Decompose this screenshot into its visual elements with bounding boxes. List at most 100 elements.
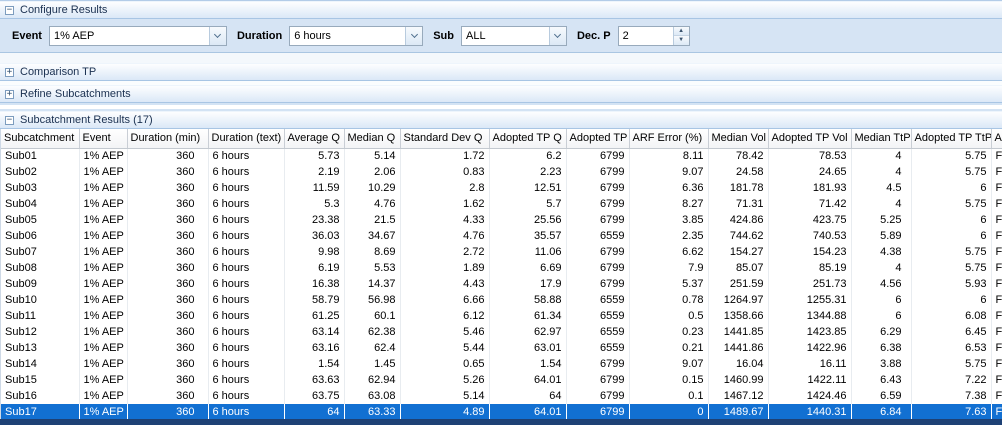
cell: Sub16: [1, 388, 79, 404]
cell: 6: [851, 308, 911, 324]
duration-select[interactable]: 6 hours: [289, 26, 423, 46]
column-header-average-q[interactable]: Average Q: [284, 129, 344, 148]
cell: 8.27: [629, 196, 708, 212]
collapse-icon[interactable]: −: [5, 6, 14, 15]
cell: 2.35: [629, 228, 708, 244]
collapse-icon[interactable]: −: [5, 116, 14, 125]
cell: 2.19: [284, 164, 344, 180]
expand-icon[interactable]: +: [5, 68, 14, 77]
column-header-adopted-tp-ttp[interactable]: Adopted TP TtP: [911, 129, 991, 148]
column-header-duration-min[interactable]: Duration (min): [127, 129, 208, 148]
cell: 63.75: [284, 388, 344, 404]
cell: F: [991, 292, 1002, 308]
cell: 2.06: [344, 164, 400, 180]
cell: 6799: [566, 212, 629, 228]
column-header-median-ttp[interactable]: Median TtP: [851, 129, 911, 148]
table-row[interactable]: Sub041% AEP3606 hours5.34.761.625.767998…: [1, 196, 1002, 212]
spin-up-icon[interactable]: ▲: [674, 27, 689, 36]
column-header-subcatchment[interactable]: Subcatchment: [1, 129, 79, 148]
cell: 35.57: [489, 228, 566, 244]
table-row[interactable]: Sub091% AEP3606 hours16.3814.374.4317.96…: [1, 276, 1002, 292]
cell: 360: [127, 164, 208, 180]
section-title-comparison-tp: Comparison TP: [20, 66, 96, 78]
section-header-refine-subcatchments[interactable]: + Refine Subcatchments: [0, 85, 1002, 103]
cell: 1264.97: [708, 292, 768, 308]
cell: 36.03: [284, 228, 344, 244]
column-header-adopted-tp[interactable]: Adopted TP: [566, 129, 629, 148]
table-row[interactable]: Sub141% AEP3606 hours1.541.450.651.54679…: [1, 356, 1002, 372]
table-row[interactable]: Sub021% AEP3606 hours2.192.060.832.23679…: [1, 164, 1002, 180]
cell: 58.88: [489, 292, 566, 308]
cell: 62.97: [489, 324, 566, 340]
table-row[interactable]: Sub051% AEP3606 hours23.3821.54.3325.566…: [1, 212, 1002, 228]
column-header-duration-text[interactable]: Duration (text): [208, 129, 284, 148]
column-header-event[interactable]: Event: [79, 129, 127, 148]
cell: 4.43: [400, 276, 489, 292]
cell: Sub12: [1, 324, 79, 340]
table-row[interactable]: Sub101% AEP3606 hours58.7956.986.6658.88…: [1, 292, 1002, 308]
cell: 6 hours: [208, 308, 284, 324]
event-dropdown-button[interactable]: [209, 27, 226, 45]
table-row[interactable]: Sub171% AEP3606 hours6463.334.8964.01679…: [1, 404, 1002, 419]
cell: 6 hours: [208, 292, 284, 308]
column-header-a[interactable]: A: [991, 129, 1002, 148]
table-row[interactable]: Sub011% AEP3606 hours5.735.141.726.26799…: [1, 148, 1002, 164]
duration-dropdown-button[interactable]: [405, 27, 422, 45]
section-header-configure-results[interactable]: − Configure Results: [0, 1, 1002, 19]
cell: 8.11: [629, 148, 708, 164]
expand-icon[interactable]: +: [5, 90, 14, 99]
table-row[interactable]: Sub031% AEP3606 hours11.5910.292.812.516…: [1, 180, 1002, 196]
column-header-standard-dev-q[interactable]: Standard Dev Q: [400, 129, 489, 148]
column-header-adopted-tp-vol[interactable]: Adopted TP Vol: [768, 129, 851, 148]
cell: Sub13: [1, 340, 79, 356]
table-row[interactable]: Sub151% AEP3606 hours63.6362.945.2664.01…: [1, 372, 1002, 388]
column-header-median-q[interactable]: Median Q: [344, 129, 400, 148]
event-select[interactable]: 1% AEP: [49, 26, 227, 46]
section-header-subcatchment-results[interactable]: − Subcatchment Results (17): [0, 111, 1002, 129]
cell: 5.75: [911, 260, 991, 276]
cell: 6.08: [911, 308, 991, 324]
cell: 6799: [566, 404, 629, 419]
table-row[interactable]: Sub111% AEP3606 hours61.2560.16.1261.346…: [1, 308, 1002, 324]
cell: 17.9: [489, 276, 566, 292]
splitter[interactable]: [0, 103, 1002, 111]
cell: 360: [127, 244, 208, 260]
dec-p-input[interactable]: [619, 27, 673, 45]
cell: 6.38: [851, 340, 911, 356]
table-row[interactable]: Sub071% AEP3606 hours9.988.692.7211.0667…: [1, 244, 1002, 260]
cell: 1% AEP: [79, 340, 127, 356]
dec-p-stepper[interactable]: ▲ ▼: [618, 26, 690, 46]
cell: 63.01: [489, 340, 566, 356]
table-header-row: SubcatchmentEventDuration (min)Duration …: [1, 129, 1002, 148]
section-header-comparison-tp[interactable]: + Comparison TP: [0, 63, 1002, 81]
table-row[interactable]: Sub081% AEP3606 hours6.195.531.896.69679…: [1, 260, 1002, 276]
cell: 181.93: [768, 180, 851, 196]
cell: 360: [127, 404, 208, 419]
column-header-arf-error[interactable]: ARF Error (%): [629, 129, 708, 148]
cell: 5.3: [284, 196, 344, 212]
table-row[interactable]: Sub121% AEP3606 hours63.1462.385.4662.97…: [1, 324, 1002, 340]
table-row[interactable]: Sub161% AEP3606 hours63.7563.085.1464679…: [1, 388, 1002, 404]
table-body: Sub011% AEP3606 hours5.735.141.726.26799…: [1, 148, 1002, 419]
cell: Sub15: [1, 372, 79, 388]
table-row[interactable]: Sub131% AEP3606 hours63.1662.45.4463.016…: [1, 340, 1002, 356]
cell: 64: [489, 388, 566, 404]
cell: F: [991, 228, 1002, 244]
sub-dropdown-button[interactable]: [549, 27, 566, 45]
cell: 1% AEP: [79, 276, 127, 292]
duration-label: Duration: [237, 30, 282, 42]
cell: 7.9: [629, 260, 708, 276]
cell: F: [991, 260, 1002, 276]
cell: 360: [127, 308, 208, 324]
spin-down-icon[interactable]: ▼: [674, 35, 689, 45]
cell: 61.34: [489, 308, 566, 324]
sub-select[interactable]: ALL: [461, 26, 567, 46]
table-row[interactable]: Sub061% AEP3606 hours36.0334.674.7635.57…: [1, 228, 1002, 244]
column-header-adopted-tp-q[interactable]: Adopted TP Q: [489, 129, 566, 148]
results-panel: − Configure Results Event 1% AEP Duratio…: [0, 0, 1002, 425]
sub-label: Sub: [433, 30, 454, 42]
cell: 1423.85: [768, 324, 851, 340]
cell: 23.38: [284, 212, 344, 228]
cell: 6 hours: [208, 196, 284, 212]
column-header-median-vol[interactable]: Median Vol: [708, 129, 768, 148]
